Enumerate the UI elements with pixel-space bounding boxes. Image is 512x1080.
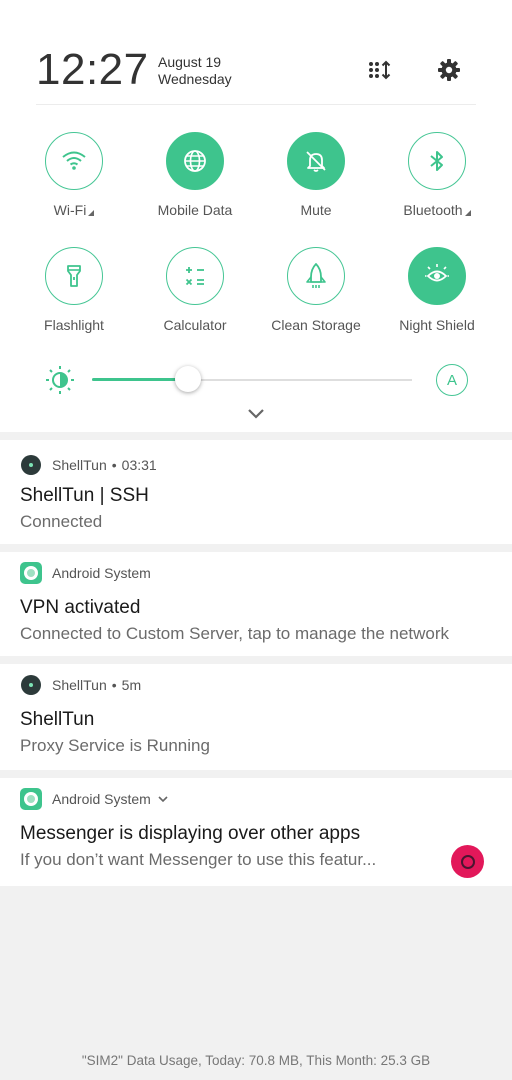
separator-dot: • (111, 457, 117, 473)
notification-time: 03:31 (121, 457, 157, 473)
tile-label: Clean Storage (271, 317, 361, 333)
bell-off-icon (287, 132, 345, 190)
notification-body: Connected (20, 512, 103, 531)
notification-shelltun-ssh[interactable]: ShellTun • 03:31 ShellTun | SSH Connecte… (0, 440, 512, 544)
rocket-icon (287, 247, 345, 305)
tile-bluetooth[interactable]: Bluetooth (377, 132, 497, 232)
notification-title: VPN activated (20, 597, 141, 618)
tile-label: Calculator (163, 317, 227, 333)
wifi-icon (45, 132, 103, 190)
tile-label: Flashlight (44, 317, 104, 333)
tile-night-shield[interactable]: Night Shield (377, 247, 497, 347)
clock[interactable]: 12:27 (36, 44, 149, 96)
quick-settings-panel: 12:27 August 19 Wednesday Wi-Fi Mobile D… (0, 0, 512, 432)
notification-body: If you don’t want Messenger to use this … (20, 850, 377, 869)
tile-label: Wi-Fi (53, 202, 87, 218)
messenger-icon (451, 845, 484, 878)
notification-shelltun-proxy[interactable]: ShellTun • 5m ShellTun Proxy Service is … (0, 664, 512, 770)
tile-flashlight[interactable]: Flashlight (14, 247, 134, 347)
brightness-slider[interactable] (92, 366, 412, 392)
expand-chevron-icon[interactable] (157, 794, 169, 804)
separator-dot: • (111, 677, 117, 693)
tile-wifi[interactable]: Wi-Fi (14, 132, 134, 232)
android-system-icon (20, 562, 42, 584)
shelltun-app-icon (20, 674, 42, 696)
tile-label: Bluetooth (403, 202, 463, 218)
notification-vpn[interactable]: Android System VPN activated Connected t… (0, 552, 512, 656)
bluetooth-icon (408, 132, 466, 190)
tile-mute[interactable]: Mute (256, 132, 376, 232)
tile-label: Night Shield (399, 317, 475, 333)
notification-header: Android System (20, 562, 151, 584)
tile-mobile-data[interactable]: Mobile Data (135, 132, 255, 232)
date-weekday: Wednesday (158, 71, 232, 87)
globe-icon (166, 132, 224, 190)
expand-triangle-icon (88, 210, 95, 216)
gear-icon[interactable] (435, 56, 463, 84)
tile-calculator[interactable]: Calculator (135, 247, 255, 347)
notification-body: Connected to Custom Server, tap to manag… (20, 624, 450, 643)
notification-header: ShellTun • 03:31 (20, 454, 157, 476)
notification-title: ShellTun (20, 709, 95, 730)
flashlight-icon (45, 247, 103, 305)
shelltun-app-icon (20, 454, 42, 476)
tiles-edit-icon[interactable] (366, 56, 394, 84)
brightness-handle[interactable] (175, 366, 201, 392)
data-usage-text: "SIM2" Data Usage, Today: 70.8 MB, This … (81, 1053, 431, 1068)
notification-time: 5m (121, 677, 142, 693)
notification-header: Android System (20, 788, 169, 810)
app-name: ShellTun (52, 457, 107, 473)
auto-brightness-button[interactable]: A (436, 364, 468, 396)
date[interactable]: August 19 Wednesday (158, 54, 232, 88)
tile-label: Mute (300, 202, 332, 218)
notification-title: Messenger is displaying over other apps (20, 823, 361, 844)
android-system-icon (20, 788, 42, 810)
tile-clean-storage[interactable]: Clean Storage (256, 247, 376, 347)
brightness-fill (92, 378, 188, 381)
brightness-icon (44, 364, 76, 396)
expand-triangle-icon (464, 210, 471, 216)
header-divider (36, 104, 476, 105)
calculator-icon (166, 247, 224, 305)
notification-title: ShellTun | SSH (20, 485, 149, 506)
app-name: Android System (52, 791, 151, 807)
notification-messenger-overlay[interactable]: Android System Messenger is displaying o… (0, 778, 512, 886)
tile-label: Mobile Data (157, 202, 233, 218)
date-day: August 19 (158, 54, 222, 70)
notification-body: Proxy Service is Running (20, 736, 210, 755)
app-name: ShellTun (52, 677, 107, 693)
eye-icon (408, 247, 466, 305)
chevron-down-icon[interactable] (244, 404, 268, 424)
app-name: Android System (52, 565, 151, 581)
notification-header: ShellTun • 5m (20, 674, 141, 696)
